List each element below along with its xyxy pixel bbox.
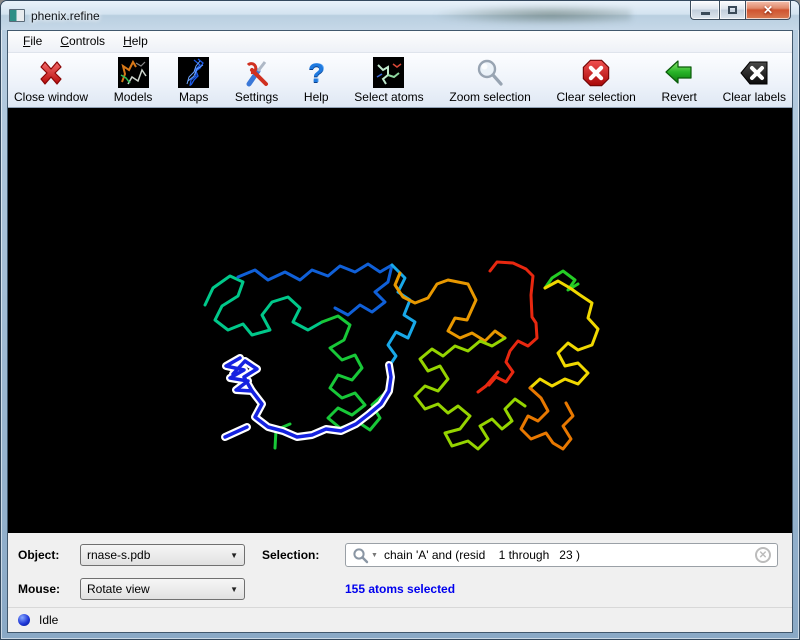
molecule-path-left-cyan-edge [388, 265, 415, 368]
clear-search-icon[interactable]: ✕ [755, 547, 771, 563]
app-icon [9, 9, 25, 22]
close-button[interactable]: ✕ [746, 1, 791, 20]
minimize-icon [701, 12, 710, 15]
toolbar-button-select-atoms[interactable]: Select atoms [353, 56, 424, 104]
app-window: phenix.refine ✕ FileControlsHelp Close w… [0, 0, 800, 640]
models-thumbnail-icon [118, 56, 149, 89]
atoms-selected-count: 155 atoms selected [345, 582, 455, 596]
toolbar-button-label: Clear labels [723, 90, 786, 104]
molecule-path-right-red-stub [478, 372, 498, 392]
toolbar-button-label: Close window [14, 90, 88, 104]
menubar: FileControlsHelp [8, 31, 792, 53]
toolbar-button-maps[interactable]: Maps [177, 56, 210, 104]
statusbar: Idle [8, 607, 792, 632]
toolbar-button-clear-labels[interactable]: Clear labels [722, 56, 787, 104]
maps-thumbnail-icon [178, 56, 209, 89]
menu-item-controls[interactable]: Controls [51, 31, 114, 52]
selection-searchbox[interactable]: ▼ ✕ [345, 543, 778, 567]
molecule-path-right-red-strand [489, 262, 537, 385]
selection-label: Selection: [262, 548, 332, 562]
question-mark-icon: ? [308, 56, 325, 89]
molecule-canvas[interactable] [8, 108, 792, 533]
stop-x-icon [581, 56, 611, 89]
mouse-mode-dropdown-value: Rotate view [87, 582, 226, 596]
black-tag-x-icon [739, 56, 770, 89]
toolbar-button-settings[interactable]: Settings [234, 56, 279, 104]
molecule-path-selection-tail-underlay [252, 365, 391, 437]
molecule-viewport[interactable] [8, 108, 792, 533]
titlebar[interactable]: phenix.refine ✕ [1, 1, 799, 30]
close-icon: ✕ [763, 3, 773, 17]
toolbar-button-help[interactable]: ?Help [303, 56, 330, 104]
magnifier-icon [475, 56, 505, 89]
mouse-mode-dropdown[interactable]: Rotate view ▼ [80, 578, 245, 600]
maximize-button[interactable] [719, 1, 746, 20]
mouse-label: Mouse: [18, 582, 70, 596]
toolbar-button-label: Models [114, 90, 153, 104]
status-indicator-icon [18, 614, 30, 626]
toolbar-button-label: Maps [179, 90, 208, 104]
window-title: phenix.refine [31, 9, 100, 23]
toolbar-button-label: Zoom selection [449, 90, 530, 104]
molecule-path-left-blue-arc [238, 264, 392, 315]
titlebar-glass-reflection [431, 5, 631, 25]
selection-input[interactable] [384, 548, 755, 562]
toolbar: Close windowModelsMapsSettings?HelpSelec… [8, 53, 792, 108]
molecule-path-left-teal-loop [205, 276, 322, 335]
object-dropdown[interactable]: rnase-s.pdb ▼ [80, 544, 245, 566]
tools-icon [241, 56, 273, 89]
molecule-path-right-orange-bottom [521, 388, 573, 449]
menu-item-file[interactable]: File [14, 31, 51, 52]
toolbar-button-label: Revert [662, 90, 697, 104]
object-selection-row: Object: rnase-s.pdb ▼ Selection: ▼ ✕ [18, 543, 792, 567]
maximize-icon [728, 6, 737, 14]
mouse-mode-row: Mouse: Rotate view ▼ 155 atoms selected [18, 578, 792, 600]
toolbar-button-clear-selection[interactable]: Clear selection [555, 56, 636, 104]
toolbar-button-label: Clear selection [556, 90, 635, 104]
red-x-icon [35, 56, 67, 89]
toolbar-button-revert[interactable]: Revert [661, 56, 698, 104]
chevron-down-icon: ▼ [230, 585, 238, 594]
toolbar-button-close-window[interactable]: Close window [13, 56, 89, 104]
object-label: Object: [18, 548, 70, 562]
object-dropdown-value: rnase-s.pdb [87, 548, 226, 562]
toolbar-button-zoom-selection[interactable]: Zoom selection [448, 56, 531, 104]
toolbar-button-label: Select atoms [354, 90, 423, 104]
atoms-thumbnail-icon [373, 56, 404, 89]
window-client-area: FileControlsHelp Close windowModelsMapsS… [7, 30, 793, 633]
minimize-button[interactable] [690, 1, 719, 20]
search-options-caret-icon[interactable]: ▼ [371, 552, 378, 559]
toolbar-button-label: Help [304, 90, 329, 104]
chevron-down-icon: ▼ [230, 551, 238, 560]
window-controls: ✕ [690, 1, 791, 20]
molecule-path-left-green-core [322, 316, 392, 430]
molecule-path-right-yellow-loop [530, 281, 598, 388]
toolbar-button-label: Settings [235, 90, 278, 104]
status-text: Idle [39, 613, 58, 627]
molecule-path-right-green-tip [545, 271, 578, 290]
green-arrow-left-icon [663, 56, 695, 89]
search-icon [352, 547, 369, 564]
toolbar-button-models[interactable]: Models [113, 56, 154, 104]
menu-item-help[interactable]: Help [114, 31, 157, 52]
control-panel: Object: rnase-s.pdb ▼ Selection: ▼ ✕ Mou… [8, 533, 792, 607]
